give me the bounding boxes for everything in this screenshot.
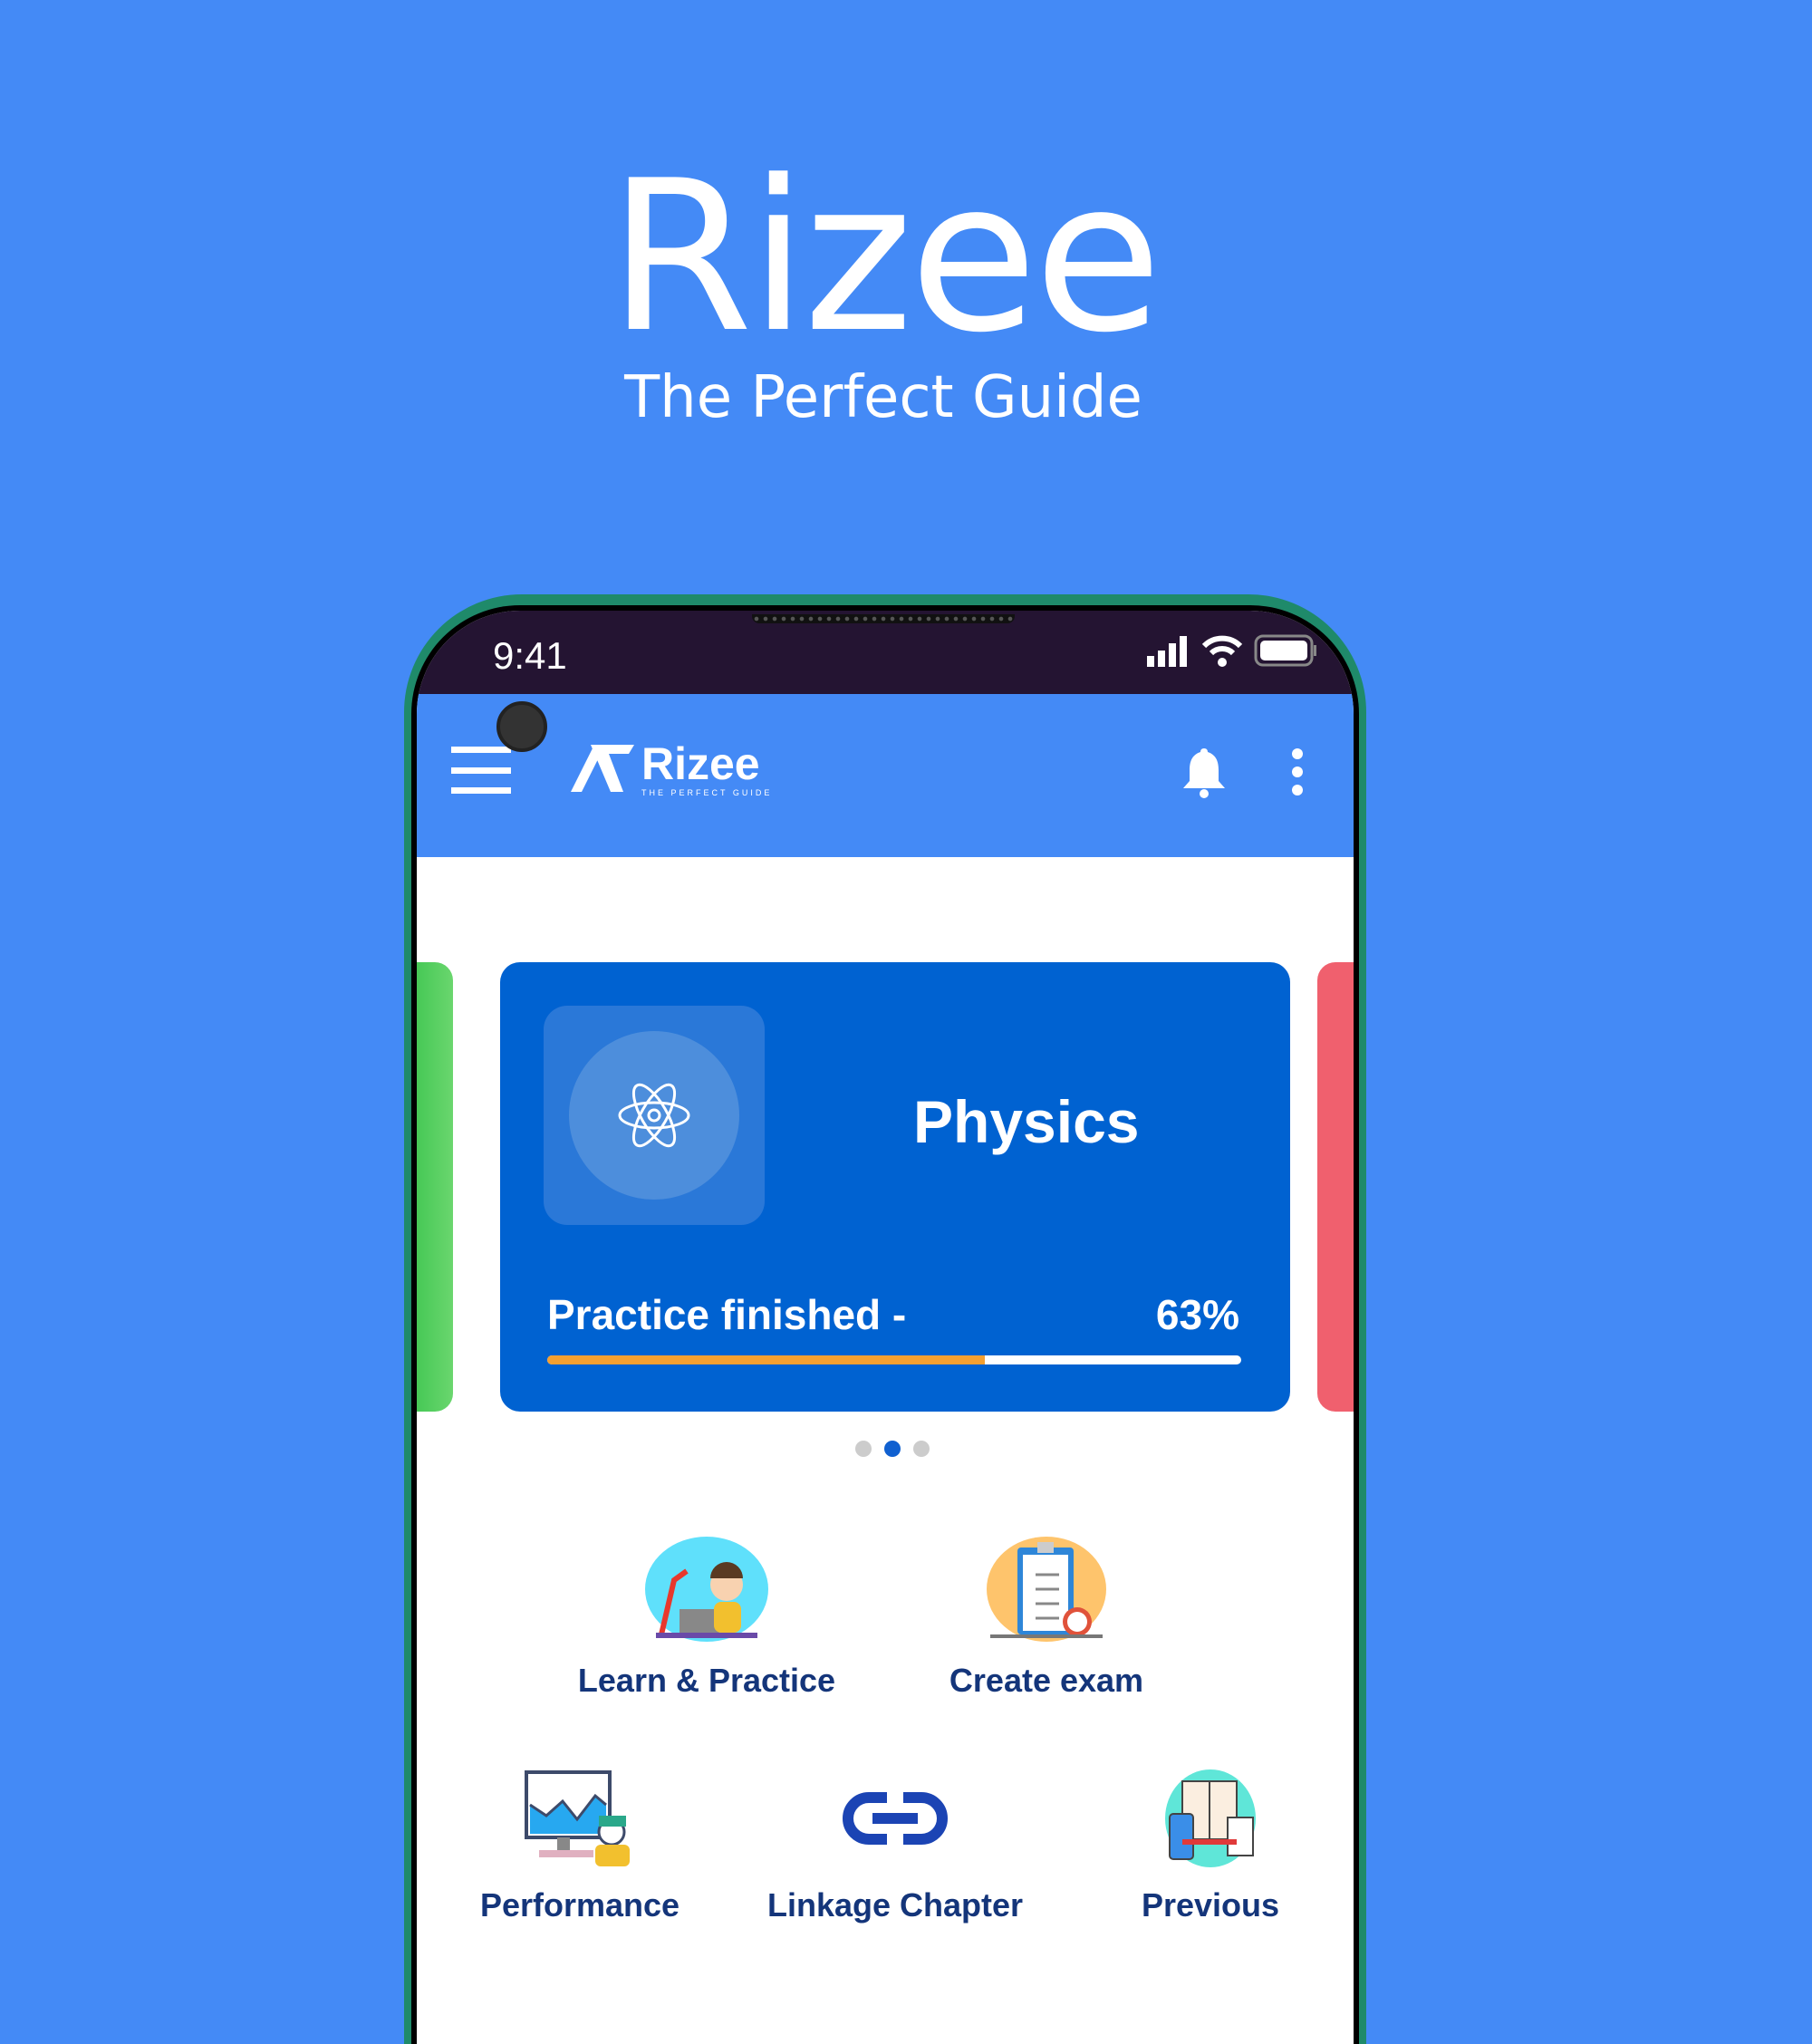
logo-mark-icon	[571, 745, 634, 792]
progress-bar	[547, 1355, 1241, 1364]
subject-title: Physics	[913, 1088, 1140, 1155]
signal-icon	[1147, 636, 1187, 667]
status-time: 9:41	[493, 634, 567, 677]
tile-label: Linkage Chapter	[766, 1886, 1024, 1923]
progress-fill	[547, 1355, 985, 1364]
performance-chart-illustration	[525, 1770, 630, 1866]
speaker-grille	[752, 614, 1015, 623]
status-bar: 9:41	[417, 611, 1354, 694]
carousel-dot-active[interactable]	[884, 1441, 901, 1457]
tile-label: Performance	[479, 1886, 680, 1923]
tile-previous[interactable]: Previous	[1047, 1769, 1354, 1924]
more-options-icon[interactable]	[1292, 748, 1303, 795]
tile-label: Create exam	[949, 1662, 1144, 1699]
carousel-dot[interactable]	[855, 1441, 872, 1457]
tile-label: Learn & Practice	[577, 1662, 836, 1699]
carousel-dots	[855, 1441, 930, 1457]
books-illustration	[1165, 1769, 1256, 1867]
tile-linkage-chapter[interactable]: Linkage Chapter	[732, 1769, 1058, 1924]
tile-label: Previous	[1141, 1886, 1280, 1923]
logo-tagline: THE PERFECT GUIDE	[641, 788, 773, 797]
tile-create-exam[interactable]: Create exam	[883, 1535, 1210, 1700]
tile-learn-practice[interactable]: Learn & Practice	[544, 1535, 870, 1700]
progress-label: Practice finished -	[547, 1291, 907, 1338]
student-laptop-illustration	[645, 1537, 768, 1642]
hero-title: Rizee	[608, 137, 1161, 379]
wifi-icon	[1201, 635, 1243, 667]
menu-button[interactable]	[451, 747, 511, 794]
phone-frame: 9:41 Rizee THE PERFECT GUIDE Physics Pra…	[404, 594, 1366, 2044]
link-icon	[843, 1792, 948, 1845]
app-header: Rizee THE PERFECT GUIDE	[417, 694, 1354, 857]
test-clipboard-illustration	[987, 1537, 1106, 1642]
carousel-dot[interactable]	[913, 1441, 930, 1457]
atom-icon	[618, 1083, 690, 1148]
subject-card-physics[interactable]: Physics Practice finished - 63%	[500, 962, 1290, 1412]
carousel-card-next[interactable]	[1317, 962, 1354, 1412]
tile-performance[interactable]: Performance	[417, 1769, 743, 1924]
progress-percent: 63%	[1155, 1291, 1239, 1338]
carousel-card-prev[interactable]	[417, 962, 453, 1412]
notification-bell-icon[interactable]	[1181, 747, 1227, 799]
app-screen: 9:41 Rizee THE PERFECT GUIDE Physics Pra…	[417, 611, 1354, 2044]
battery-icon	[1254, 634, 1316, 667]
front-camera	[496, 701, 547, 752]
logo-word: Rizee	[641, 738, 760, 789]
hero-subtitle: The Perfect Guide	[624, 364, 1142, 431]
app-logo: Rizee THE PERFECT GUIDE	[569, 741, 772, 797]
